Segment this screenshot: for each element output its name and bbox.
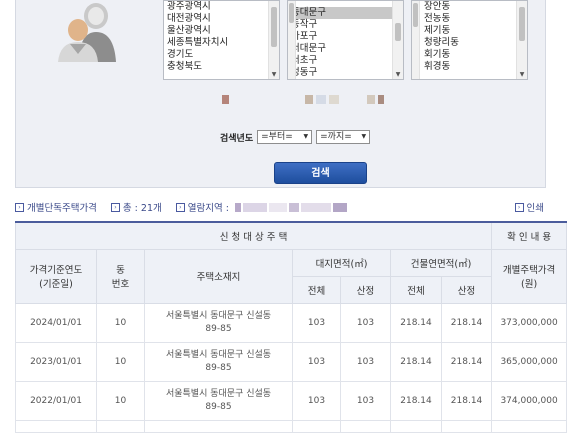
list-item[interactable]: 광주광역시 [164, 1, 279, 13]
scrollbar[interactable]: ▼ [516, 1, 527, 79]
sub-total-header: 전체 [390, 275, 442, 304]
building-calc-cell: 218.14 [440, 380, 493, 421]
dong-cell: 10 [96, 302, 145, 343]
list-item[interactable]: 서초구 [288, 55, 403, 67]
housing-price-table: 신 청 대 상 주 택 확 인 내 용 가격기준연도 (기준일) 동 번호 주택… [14, 221, 568, 433]
list-item-selected[interactable]: 동대문구 [288, 7, 403, 19]
box-icon: › [110, 202, 120, 212]
list-item[interactable]: 대전광역시 [164, 13, 279, 25]
viewed-region-label: 열람지역 : [187, 203, 229, 214]
scroll-down-icon[interactable]: ▼ [517, 71, 527, 79]
redacted-selection [222, 95, 387, 104]
chevron-down-icon: ▼ [361, 133, 367, 140]
list-item[interactable]: 청량리동 [412, 37, 527, 49]
dong-cell: 10 [96, 341, 145, 382]
building-total-cell: 218.14 [390, 341, 442, 382]
land-calc-cell: 103 [340, 302, 391, 343]
from-year-value: =부터= [261, 132, 293, 142]
table-row: 2022/01/01 10 서울특별시 동대문구 신설동 89-85 103 1… [15, 380, 568, 421]
scrollbar[interactable]: ▼ [268, 1, 279, 79]
print-link[interactable]: › 인쇄 [514, 200, 544, 214]
year-cell: 2022/01/01 [15, 380, 97, 421]
price-cell: 365,000,000 [491, 341, 568, 382]
box-icon: › [15, 202, 24, 212]
group-header: 신 청 대 상 주 택 [14, 221, 493, 250]
scrollbar[interactable] [288, 1, 296, 79]
col-year-header: 가격기준연도 (기준일) [15, 248, 97, 304]
col-dong-header: 동 번호 [96, 248, 145, 304]
year-label: 검색년도 [220, 133, 254, 144]
sub-calc-header: 산정 [440, 275, 493, 304]
to-year-value: =까지= [320, 132, 352, 142]
price-cell: 374,000,000 [491, 380, 568, 421]
sub-calc-header: 산정 [340, 275, 391, 304]
land-calc-cell: 103 [340, 380, 391, 421]
year-filter: 검색년도 =부터= ▼ =까지= ▼ [220, 130, 371, 144]
list-item[interactable]: 회기동 [412, 49, 527, 61]
land-total-cell: 103 [292, 380, 341, 421]
result-summary-bar: › 개별단독주택가격 › 총 : 21개 › 열람지역 : › 인쇄 [15, 200, 546, 214]
list-item[interactable]: 충청북도 [164, 61, 279, 73]
address-cell: 서울특별시 동대문구 신설동 89-85 [144, 380, 293, 421]
address-cell: 서울특별시 동대문구 신설동 89-85 [144, 341, 293, 382]
table-row [15, 419, 568, 433]
list-item[interactable]: 장안동 [412, 1, 527, 13]
col-land-header: 대지면적(㎡) [292, 248, 391, 277]
list-item[interactable]: 성동구 [288, 67, 403, 79]
table-row: 2023/01/01 10 서울특별시 동대문구 신설동 89-85 103 1… [15, 341, 568, 382]
building-total-cell: 218.14 [390, 380, 442, 421]
col-address-header: 주택소재지 [144, 248, 293, 304]
people-illustration [58, 3, 116, 62]
list-item[interactable]: 울산광역시 [164, 25, 279, 37]
land-calc-cell: 103 [340, 341, 391, 382]
col-building-header: 건물연면적(㎡) [389, 248, 493, 277]
sub-total-header: 전체 [292, 275, 341, 304]
land-total-cell: 103 [292, 302, 341, 343]
print-label: 인쇄 [526, 203, 544, 214]
building-calc-cell: 218.14 [440, 341, 493, 382]
list-item[interactable]: 서대문구 [288, 43, 403, 55]
list-item[interactable]: 경기도 [164, 49, 279, 61]
total-prefix: 총 : [122, 203, 138, 214]
result-title: 개별단독주택가격 [27, 203, 97, 214]
search-panel: 광주광역시 대전광역시 울산광역시 세종특별자치시 경기도 충청북도 ▼ 동대문… [15, 0, 546, 188]
building-calc-cell: 218.14 [440, 302, 493, 343]
redacted-region [234, 202, 349, 213]
print-icon: › [514, 202, 524, 212]
to-year-select[interactable]: =까지= ▼ [316, 130, 371, 144]
col-price-header: 개별주택가격 (원) [491, 248, 568, 304]
scrollbar[interactable]: ▼ [392, 1, 403, 79]
sido-listbox[interactable]: 광주광역시 대전광역시 울산광역시 세종특별자치시 경기도 충청북도 ▼ [163, 0, 280, 80]
scroll-down-icon[interactable]: ▼ [393, 71, 403, 79]
building-total-cell: 218.14 [390, 302, 442, 343]
from-year-select[interactable]: =부터= ▼ [257, 130, 313, 144]
chevron-down-icon: ▼ [303, 133, 309, 140]
dong-listbox[interactable]: 장안동 전농동 제기동 청량리동 회기동 휘경동 ▼ [411, 0, 528, 80]
scrollbar[interactable] [412, 1, 420, 79]
dong-cell: 10 [96, 380, 145, 421]
scroll-down-icon[interactable]: ▼ [269, 71, 279, 79]
year-cell: 2023/01/01 [15, 341, 97, 382]
list-item[interactable]: 동작구 [288, 19, 403, 31]
list-item[interactable]: 제기동 [412, 25, 527, 37]
table-row: 2024/01/01 10 서울특별시 동대문구 신설동 89-85 103 1… [15, 302, 568, 343]
year-cell: 2024/01/01 [15, 302, 97, 343]
list-item[interactable]: 전농동 [412, 13, 527, 25]
confirm-header: 확 인 내 용 [491, 221, 568, 250]
price-cell: 373,000,000 [491, 302, 568, 343]
total-count: 21개 [140, 203, 162, 214]
list-item[interactable]: 세종특별자치시 [164, 37, 279, 49]
sigungu-listbox[interactable]: 동대문구 동작구 마포구 서대문구 서초구 성동구 ▼ [287, 0, 404, 80]
search-button[interactable]: 검색 [274, 162, 367, 184]
address-cell: 서울특별시 동대문구 신설동 89-85 [144, 302, 293, 343]
list-item[interactable]: 마포구 [288, 31, 403, 43]
box-icon: › [175, 202, 185, 212]
list-item[interactable]: 휘경동 [412, 61, 527, 73]
land-total-cell: 103 [292, 341, 341, 382]
